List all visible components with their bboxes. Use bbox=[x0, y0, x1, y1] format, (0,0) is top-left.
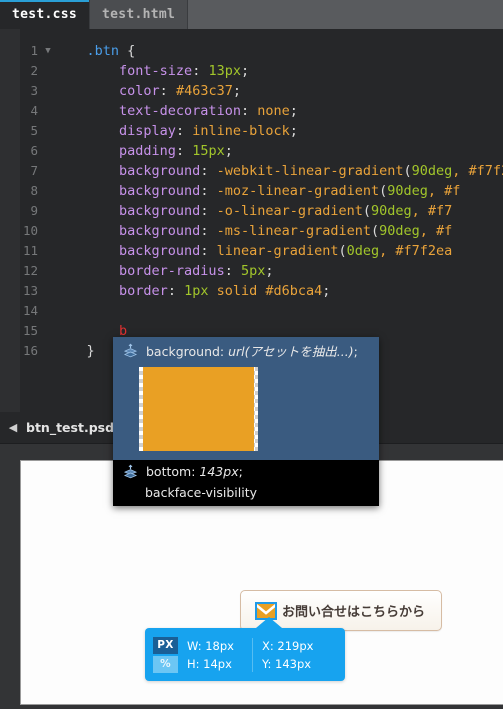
tab-test-css[interactable]: test.css bbox=[0, 0, 91, 29]
y-value: Y: 143px bbox=[262, 656, 312, 671]
unit-toggle[interactable]: PX % bbox=[153, 636, 178, 673]
code-line: 9 background: -o-linear-gradient(90deg, … bbox=[0, 201, 503, 221]
code-line: 10 background: -ms-linear-gradient(90deg… bbox=[0, 221, 503, 241]
asset-thumbnail bbox=[139, 367, 258, 451]
code-text: color: #463c37; bbox=[119, 83, 241, 99]
tab-label: test.css bbox=[12, 7, 78, 22]
autocomplete-item-bottom[interactable]: bottom: 143px; bbox=[113, 460, 379, 483]
unit-px-button[interactable]: PX bbox=[153, 636, 178, 654]
x-value: X: 219px bbox=[262, 638, 314, 653]
code-line: 13 border: 1px solid #d6bca4; bbox=[0, 281, 503, 301]
line-number: 14 bbox=[22, 303, 38, 318]
unit-percent-button[interactable]: % bbox=[153, 655, 178, 673]
autocomplete-item-text: backface-visibility bbox=[145, 485, 258, 500]
code-text: border-radius: 5px; bbox=[119, 263, 274, 279]
autocomplete-item-backface-visibility[interactable]: backface-visibility bbox=[113, 483, 379, 506]
measurement-tooltip: PX % W: 18px H: 14px X: 219px Y: 143px bbox=[145, 617, 345, 681]
code-line: 2 font-size: 13px; bbox=[0, 61, 503, 81]
envelope-icon[interactable] bbox=[255, 601, 277, 620]
tab-label: test.html bbox=[102, 7, 176, 22]
code-text: background: -webkit-linear-gradient(90de… bbox=[119, 163, 503, 179]
line-number: 7 bbox=[30, 163, 38, 178]
code-text: border: 1px solid #d6bca4; bbox=[119, 283, 331, 299]
code-line: 11 background: linear-gradient(0deg, #f7… bbox=[0, 241, 503, 261]
code-lines: 1 ▼ .btn {2 font-size: 13px; 3 color: #463… bbox=[0, 41, 503, 361]
back-arrow-icon[interactable]: ◀ bbox=[0, 421, 26, 434]
tab-test-html[interactable]: test.html bbox=[90, 0, 189, 29]
line-number: 6 bbox=[30, 143, 38, 158]
line-number: 16 bbox=[22, 343, 38, 358]
code-text: background: -moz-linear-gradient(90deg, … bbox=[119, 183, 461, 199]
line-number: 4 bbox=[30, 103, 38, 118]
line-number: 15 bbox=[22, 323, 38, 338]
width-value: W: 18px bbox=[187, 638, 234, 653]
code-text: font-size: 13px; bbox=[119, 63, 250, 79]
code-line: 12 border-radius: 5px; bbox=[0, 261, 503, 281]
tab-bar-filler bbox=[188, 0, 503, 29]
code-text: padding: 15px; bbox=[119, 143, 233, 159]
line-number: 11 bbox=[22, 243, 38, 258]
tooltip-divider bbox=[252, 637, 253, 672]
layers-icon bbox=[123, 464, 138, 479]
envelope-thumbnail-cutout bbox=[143, 367, 254, 451]
contact-button-label: お問い合せはこちらから bbox=[282, 605, 426, 620]
code-line: 4 text-decoration: none; bbox=[0, 101, 503, 121]
code-line: 8 background: -moz-linear-gradient(90deg… bbox=[0, 181, 503, 201]
code-text: background: -o-linear-gradient(90deg, #f… bbox=[119, 203, 453, 219]
psd-filename: btn_test.psd bbox=[26, 420, 115, 435]
code-line: 3 color: #463c37; bbox=[0, 81, 503, 101]
size-values: W: 18px H: 14px bbox=[187, 639, 243, 671]
code-line: 6 padding: 15px; bbox=[0, 141, 503, 161]
line-number: 3 bbox=[30, 83, 38, 98]
autocomplete-popup[interactable]: background: url(アセットを抽出...); bottom: 143… bbox=[113, 337, 379, 506]
app-window: test.css test.html 1 ▼ .btn { 2 font-size:… bbox=[0, 0, 503, 709]
code-line: 1 ▼ .btn { bbox=[0, 41, 503, 61]
autocomplete-asset-preview bbox=[113, 364, 379, 460]
code-text: } bbox=[86, 343, 95, 359]
code-text: background: linear-gradient(0deg, #f7f2e… bbox=[119, 243, 453, 259]
code-line: 7 background: -webkit-linear-gradient(90… bbox=[0, 161, 503, 181]
height-value: H: 14px bbox=[187, 656, 232, 671]
line-number: 9 bbox=[30, 203, 38, 218]
line-number: 13 bbox=[22, 283, 38, 298]
code-text: display: inline-block; bbox=[119, 123, 298, 139]
code-text: text-decoration: none; bbox=[119, 103, 298, 119]
line-number: 1 bbox=[30, 43, 38, 58]
code-text: background: -ms-linear-gradient(90deg, #… bbox=[119, 223, 453, 239]
fold-toggle-icon[interactable]: ▼ bbox=[42, 41, 54, 61]
code-line: 14 bbox=[0, 301, 503, 321]
autocomplete-item-text: background: url(アセットを抽出...); bbox=[146, 344, 358, 359]
line-number: 5 bbox=[30, 123, 38, 138]
line-number: 8 bbox=[30, 183, 38, 198]
line-number: 10 bbox=[22, 223, 38, 238]
autocomplete-item-text: bottom: 143px; bbox=[146, 464, 243, 479]
autocomplete-item-background[interactable]: background: url(アセットを抽出...); bbox=[113, 337, 379, 364]
line-number: 2 bbox=[30, 63, 38, 78]
tab-bar: test.css test.html bbox=[0, 0, 503, 29]
position-values: X: 219px Y: 143px bbox=[262, 639, 324, 671]
line-number: 12 bbox=[22, 263, 38, 278]
layers-icon bbox=[123, 343, 138, 358]
code-text: .btn { bbox=[86, 43, 136, 59]
code-line: 5 display: inline-block; bbox=[0, 121, 503, 141]
